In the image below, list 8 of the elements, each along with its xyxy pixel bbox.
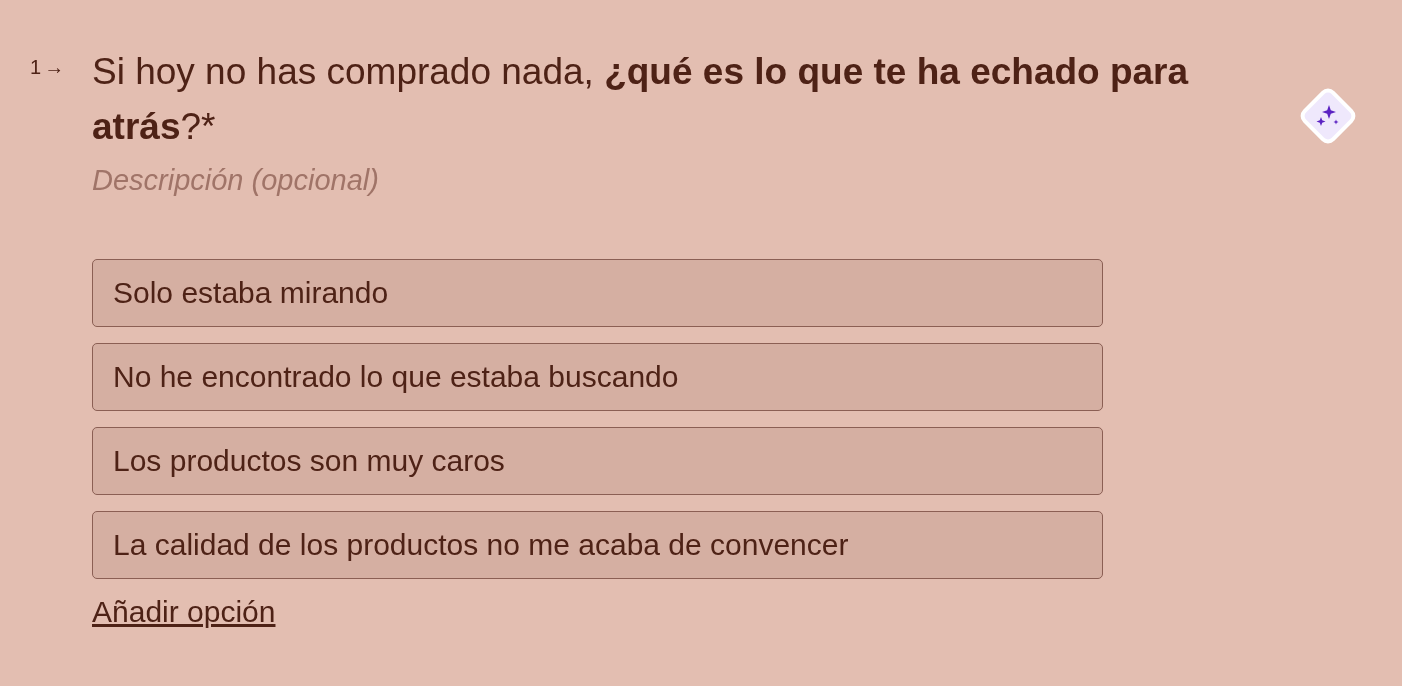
choice-option[interactable]: No he encontrado lo que estaba buscando: [92, 343, 1103, 411]
choice-option[interactable]: La calidad de los productos no me acaba de convencer: [92, 511, 1103, 579]
question-number: 1→: [30, 55, 66, 79]
add-option-link[interactable]: Añadir opción: [92, 595, 276, 629]
choice-option[interactable]: Solo estaba mirando: [92, 259, 1103, 327]
description-field[interactable]: Descripción (opcional): [92, 164, 692, 197]
question-title: Si hoy no has comprado nada, ¿qué es lo que te ha echado para atrás?*: [92, 50, 1190, 149]
choice-option[interactable]: Los productos son muy caros: [92, 427, 1103, 495]
